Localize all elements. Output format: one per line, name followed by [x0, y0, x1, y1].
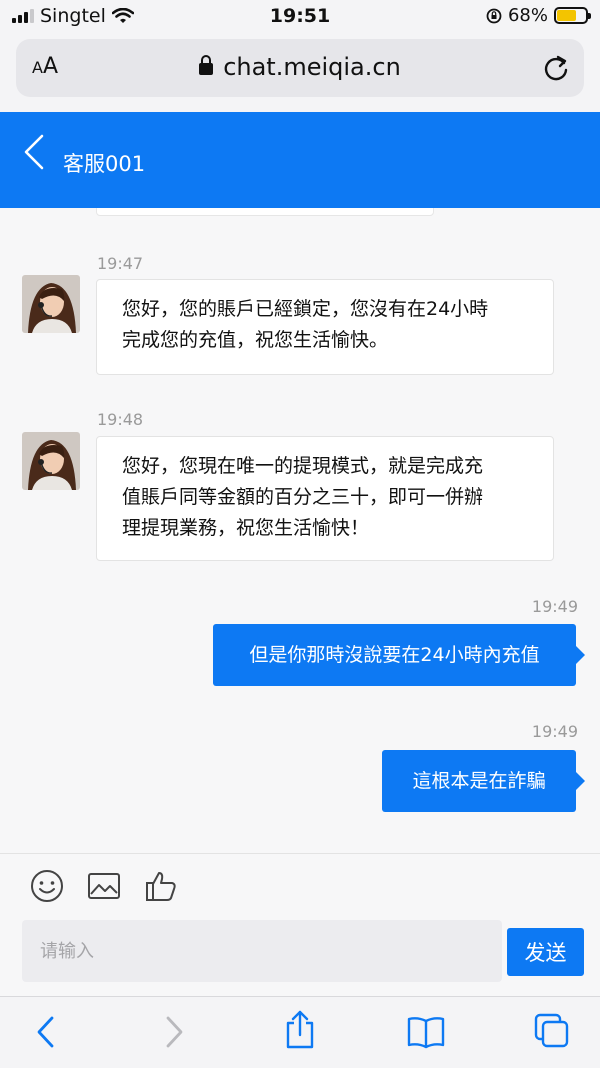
safari-forward-icon[interactable] [162, 1015, 186, 1049]
battery-icon [554, 7, 591, 24]
status-bar: Singtel 19:51 68% [0, 0, 600, 34]
message-time: 19:49 [531, 722, 578, 741]
message-input[interactable] [22, 920, 502, 982]
browser-toolbar [0, 996, 600, 1068]
reload-icon[interactable] [542, 53, 570, 83]
message-line: 理提現業務，祝您生活愉快！ [122, 517, 370, 539]
message-time: 19:49 [531, 597, 578, 616]
message-time: 19:48 [97, 410, 144, 429]
share-icon[interactable] [283, 1009, 317, 1051]
tabs-icon[interactable] [532, 1011, 572, 1051]
outgoing-message-bubble: 但是你那時沒說要在24小時內充值 [213, 624, 585, 686]
message-line: 值賬戶同等金額的百分之三十，即可一併辦 [122, 486, 484, 508]
message-text: 這根本是在詐騙 [412, 770, 546, 792]
incoming-message-bubble: 您好，您現在唯一的提現模式，就是完成充 值賬戶同等金額的百分之三十，即可一併辦 … [96, 436, 554, 561]
message-time: 19:47 [97, 254, 144, 273]
agent-avatar [22, 432, 80, 490]
message-text: 但是你那時沒說要在24小時內充值 [249, 644, 540, 666]
agent-avatar [22, 275, 80, 333]
chevron-left-icon[interactable] [22, 134, 46, 170]
message-list[interactable]: 19:47 您好，您的賬戶已經鎖定，您沒有在24小時 完成您的充值，祝您生活愉快… [0, 208, 600, 853]
image-icon[interactable] [86, 868, 122, 904]
bookmarks-icon[interactable] [406, 1015, 446, 1049]
message-line: 您好，您現在唯一的提現模式，就是完成充 [122, 455, 484, 477]
send-button[interactable]: 发送 [507, 928, 584, 976]
safari-back-icon[interactable] [34, 1015, 58, 1049]
message-line: 您好，您的賬戶已經鎖定，您沒有在24小時 [122, 298, 489, 320]
emoji-icon[interactable] [29, 868, 65, 904]
address-bar[interactable]: AA chat.meiqia.cn [16, 39, 584, 97]
url-text: chat.meiqia.cn [223, 53, 401, 81]
chat-title: 客服001 [63, 152, 146, 176]
previous-message-bubble [96, 208, 434, 216]
battery-percent: 68% [507, 5, 548, 26]
chat-header: 客服001 [0, 112, 600, 208]
incoming-message-bubble: 您好，您的賬戶已經鎖定，您沒有在24小時 完成您的充值，祝您生活愉快。 [96, 279, 554, 375]
lock-icon [199, 55, 214, 75]
composer: 发送 [0, 853, 600, 996]
message-line: 完成您的充值，祝您生活愉快。 [122, 329, 389, 351]
orientation-lock-icon [486, 8, 502, 23]
thumbs-up-icon[interactable] [143, 868, 179, 904]
outgoing-message-bubble: 這根本是在詐騙 [382, 750, 585, 812]
